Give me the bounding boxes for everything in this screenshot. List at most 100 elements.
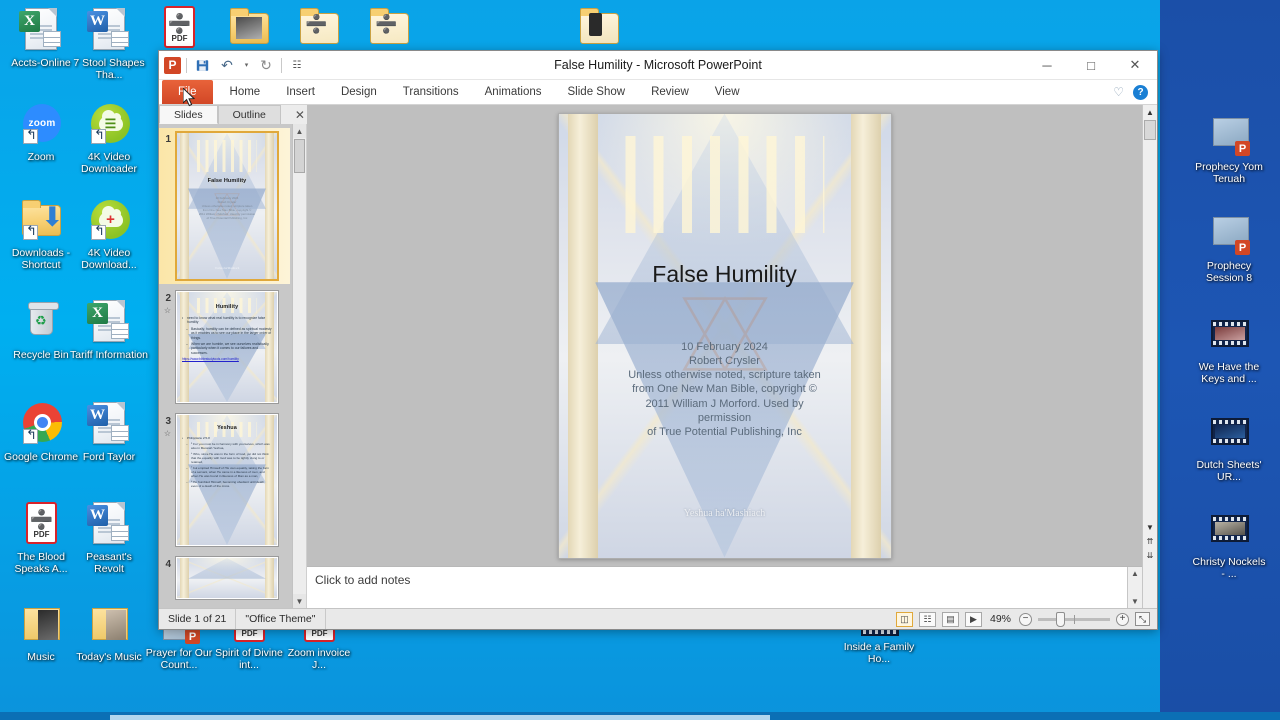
slide-thumbnail-1[interactable]: 1 False Humility 10 February 2024 Robert… (159, 128, 290, 284)
desktop-icon-strip-pdf-1[interactable]: ➗ PDF (140, 4, 218, 55)
thumbnail-hyperlink[interactable]: https://www.biblestudytools.com/humility (182, 357, 272, 361)
normal-view-button[interactable]: ◫ (895, 611, 913, 627)
video-file-icon (1205, 408, 1253, 456)
powerpoint-logo-icon: P (164, 56, 181, 74)
desktop-icon-label: Today's Music (76, 651, 142, 663)
desktop-icon-we-have-the-keys[interactable]: We Have the Keys and ... (1190, 310, 1268, 385)
window-title: False Humility - Microsoft PowerPoint (554, 58, 762, 72)
slide-sorter-view-button[interactable]: ☷ (918, 611, 936, 627)
slide-counter[interactable]: Slide 1 of 21 (159, 609, 237, 629)
slides-pane: Slides Outline ✕ 1 False Humility 10 Feb… (159, 105, 312, 608)
thumbnail-bullet: ⁶ Who, since He was in the form of God, … (182, 452, 272, 464)
slide-footer: Yeshua ha'Mashiach (683, 507, 766, 519)
word-document-icon: W (85, 400, 133, 448)
slide-canvas[interactable]: False Humility 10 February 2024 Robert C… (557, 112, 892, 559)
tab-outline[interactable]: Outline (217, 105, 281, 124)
slide-stage[interactable]: False Humility 10 February 2024 Robert C… (307, 105, 1142, 566)
slide-subtitle[interactable]: 10 February 2024 Robert Crysler Unless o… (579, 340, 871, 439)
desktop-icon-prophecy-yom-teruah[interactable]: P Prophecy Yom Teruah (1190, 110, 1268, 185)
slide-thumbnail-2[interactable]: 2 ☆ Humility need t (159, 290, 290, 404)
slide-thumbnail-list[interactable]: 1 False Humility 10 February 2024 Robert… (159, 124, 306, 608)
editor-scrollbar[interactable]: ▲ ▼ ⇈ ⇊ (1142, 105, 1157, 608)
slide-title[interactable]: False Humility (582, 261, 867, 288)
slide-show-view-button[interactable]: ▶ (964, 611, 982, 627)
tab-transitions[interactable]: Transitions (390, 80, 472, 104)
previous-slide-button[interactable]: ⇈ (1147, 534, 1154, 548)
tab-slide-show[interactable]: Slide Show (555, 80, 639, 104)
animation-star-icon: ☆ (163, 429, 171, 438)
notes-scrollbar[interactable]: ▲ ▼ (1127, 567, 1142, 608)
desktop-icon-strip-folder-pdf-2[interactable]: ➗ (350, 4, 428, 55)
tab-insert[interactable]: Insert (273, 80, 328, 104)
zoom-out-button[interactable]: − (1019, 612, 1032, 626)
tab-view[interactable]: View (702, 80, 753, 104)
tab-slides[interactable]: Slides (159, 105, 218, 124)
tab-animations[interactable]: Animations (472, 80, 555, 104)
desktop-icon-peasants-revolt[interactable]: W Peasant's Revolt (70, 500, 148, 575)
slide-thumbnail-3[interactable]: 3 ☆ Yeshua Philippia (159, 413, 290, 547)
thumbnail-frame[interactable]: False Humility 10 February 2024 Robert C… (175, 131, 279, 281)
desktop-icon-prophecy-session-8[interactable]: P Prophecy Session 8 (1190, 209, 1268, 284)
scroll-down-icon[interactable]: ▼ (293, 594, 306, 608)
reading-view-button[interactable]: ▤ (941, 611, 959, 627)
help-icon[interactable]: ? (1133, 84, 1148, 100)
desktop-icon-strip-folder-pdf-1[interactable]: ➗ (280, 4, 358, 55)
zoom-slider[interactable] (1038, 611, 1110, 627)
desktop-icon-4k-video-downloader[interactable]: ☰ 4K Video Downloader (70, 100, 148, 175)
scrollbar-thumb[interactable] (294, 139, 305, 173)
scroll-down-icon[interactable]: ▼ (1146, 520, 1154, 534)
heart-icon[interactable]: ♡ (1113, 85, 1124, 99)
desktop-icon-todays-music[interactable]: Today's Music (70, 600, 148, 663)
next-slide-button[interactable]: ⇊ (1147, 548, 1154, 562)
folder-photo-icon (225, 4, 273, 52)
slide-thumbnail-4[interactable]: 4 (159, 556, 290, 600)
customize-qat-icon[interactable]: ☷ (287, 55, 307, 75)
thumbnail-frame[interactable] (175, 556, 279, 600)
desktop-icon-recycle-bin[interactable]: ♻ Recycle Bin (2, 298, 80, 361)
thumbnail-frame[interactable]: Humility need to know what real humility… (175, 290, 279, 404)
desktop-icon-7-stool-shapes[interactable]: W 7 Stool Shapes Tha... (70, 6, 148, 81)
quick-access-toolbar: P ↶ ▾ ↻ ☷ (159, 51, 307, 79)
tab-review[interactable]: Review (638, 80, 702, 104)
subtitle-line: 10 February 2024 (681, 340, 768, 353)
save-icon[interactable] (192, 55, 212, 75)
desktop-icon-christy-nockels[interactable]: Christy Nockels - ... (1190, 505, 1268, 580)
undo-dropdown-icon[interactable]: ▾ (242, 55, 251, 75)
desktop-icon-tariff-information[interactable]: X Tariff Information (70, 298, 148, 361)
minimize-button[interactable]: ─ (1025, 51, 1069, 79)
scrollbar-thumb[interactable] (1144, 120, 1156, 140)
scroll-up-icon[interactable]: ▲ (1131, 567, 1139, 580)
desktop-icon-4k-video-download[interactable]: + 4K Video Download... (70, 196, 148, 271)
desktop-icon-label: We Have the Keys and ... (1198, 361, 1260, 385)
desktop-icon-accts-online[interactable]: X Accts-Online (2, 6, 80, 69)
maximize-button[interactable]: □ (1069, 51, 1113, 79)
desktop-icon-strip-folder-photo[interactable] (210, 4, 288, 55)
video-file-icon (1205, 310, 1253, 358)
zoom-in-button[interactable]: + (1116, 612, 1129, 626)
tab-home[interactable]: Home (217, 80, 274, 104)
zoom-slider-handle[interactable] (1056, 611, 1065, 627)
fit-slide-to-window-button[interactable]: ⤡ (1135, 612, 1150, 626)
scroll-down-icon[interactable]: ▼ (1131, 595, 1139, 608)
desktop-icon-google-chrome[interactable]: Google Chrome (2, 400, 80, 463)
notes-pane[interactable]: Click to add notes ▲ ▼ (307, 566, 1142, 608)
desktop-icon-ford-taylor[interactable]: W Ford Taylor (70, 400, 148, 463)
desktop-icon-zoom[interactable]: zoom Zoom (2, 100, 80, 163)
notes-placeholder[interactable]: Click to add notes (307, 567, 418, 593)
desktop-icon-downloads-shortcut[interactable]: ⬇ Downloads - Shortcut (2, 196, 80, 271)
tab-file[interactable]: File (162, 80, 213, 104)
scroll-up-icon[interactable]: ▲ (293, 124, 306, 138)
theme-name[interactable]: "Office Theme" (236, 609, 326, 629)
undo-icon[interactable]: ↶ (217, 55, 237, 75)
desktop-icon-the-blood-speaks[interactable]: ➗ PDF The Blood Speaks A... (2, 500, 80, 575)
close-button[interactable]: ✕ (1113, 51, 1157, 79)
desktop-icon-music[interactable]: Music (2, 600, 80, 663)
desktop-icon-dutch-sheets-ur[interactable]: Dutch Sheets' UR... (1190, 408, 1268, 483)
window-titlebar[interactable]: P ↶ ▾ ↻ ☷ False Humility - Microsoft Pow… (159, 51, 1157, 80)
desktop-icon-strip-folder-media[interactable] (560, 4, 638, 55)
tab-design[interactable]: Design (328, 80, 390, 104)
thumbnail-scrollbar[interactable]: ▲ ▼ (292, 124, 306, 608)
scroll-up-icon[interactable]: ▲ (1146, 105, 1154, 119)
thumbnail-frame[interactable]: Yeshua Philippians 2:5-8 ⁵ For you must … (175, 413, 279, 547)
redo-icon[interactable]: ↻ (256, 55, 276, 75)
